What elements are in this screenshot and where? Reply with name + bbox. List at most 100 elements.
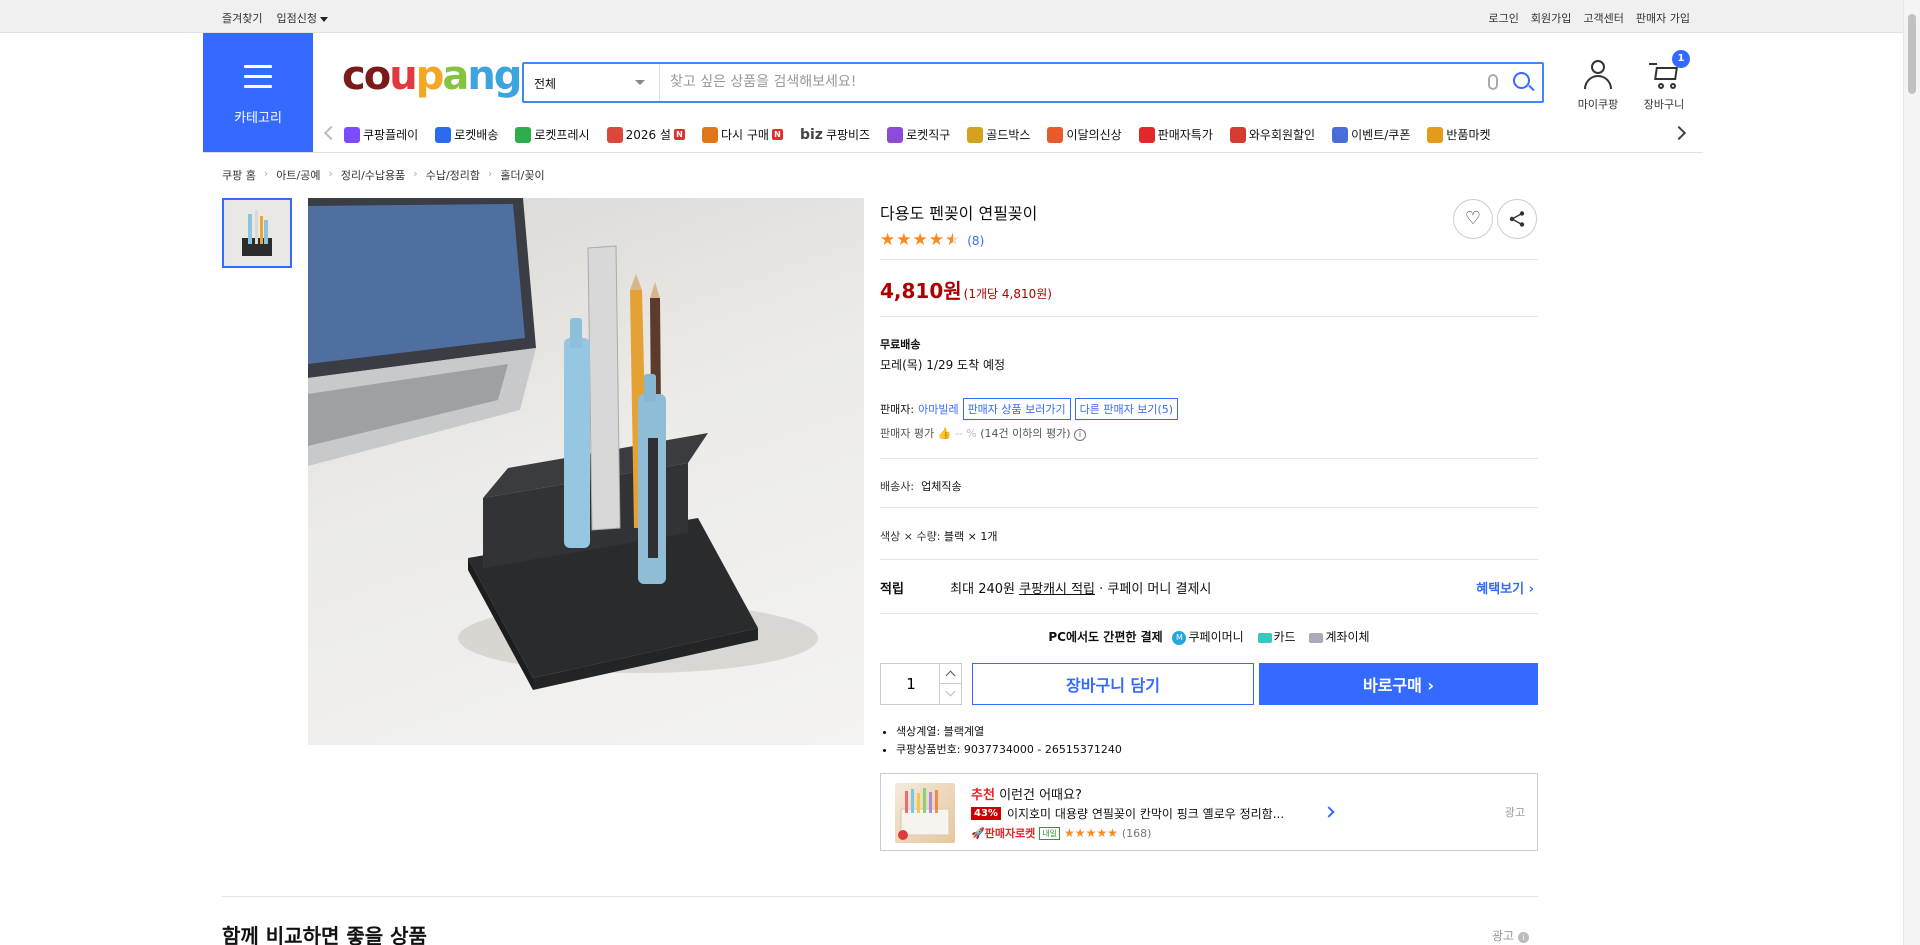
nav-item[interactable]: 반품마켓: [1427, 126, 1491, 143]
nav-item[interactable]: biz 쿠팡비즈: [800, 126, 870, 143]
shipping-info: 무료배송 모레(목) 1/29 도착 예정: [880, 336, 1005, 373]
nav-prev-icon[interactable]: [323, 125, 339, 141]
quantity-decrease-icon[interactable]: [939, 684, 961, 704]
unit-price: (1개당 4,810원): [963, 287, 1052, 301]
earn-label: 적립: [880, 582, 904, 597]
search-scope-value: 전체: [534, 77, 557, 91]
apply-link[interactable]: 입점신청: [276, 10, 328, 26]
divider: [880, 259, 1538, 260]
carrier-info: 배송사: 업체직송: [880, 478, 962, 494]
recommend-item: 43% 이지호미 대용량 연필꽂이 칸막이 핑크 옐로우 정리함...: [971, 805, 1284, 822]
recommend-review-count: (168): [1121, 826, 1152, 840]
seller-rocket-label: 🚀판매자로켓: [971, 827, 1036, 840]
breadcrumb-holder[interactable]: 홀더/꽂이: [500, 167, 544, 183]
benefit-more-link[interactable]: 혜택보기 ›: [1476, 578, 1534, 597]
quick-nav-list: 쿠팡플레이 로켓배송 로켓프레시 2026 설 N 다시 구매 N biz 쿠팡비즈 로켓직구 골드…: [344, 126, 1654, 143]
nav-item[interactable]: 다시 구매 N: [701, 126, 783, 143]
recommend-thumbnail: [895, 783, 955, 843]
hamburger-icon: [244, 65, 272, 95]
category-menu-button[interactable]: 카테고리: [203, 33, 313, 152]
star-icon: ★: [912, 230, 928, 250]
mic-icon[interactable]: [1488, 74, 1498, 90]
quantity-input[interactable]: [881, 664, 941, 704]
add-to-cart-button[interactable]: 장바구니 담기: [972, 663, 1254, 705]
nav-next-icon[interactable]: [1671, 125, 1687, 141]
buy-now-button[interactable]: 바로구매 ›: [1259, 663, 1538, 705]
nav-item-icon: [1427, 126, 1444, 143]
nav-item-label: 로켓배송: [454, 128, 499, 142]
nav-item[interactable]: 2026 설N: [606, 126, 685, 143]
nav-item-label: 다시 구매: [720, 128, 769, 142]
nav-item-label: 로켓직구: [906, 128, 951, 142]
info-icon[interactable]: i: [1074, 429, 1086, 441]
option-value: 블랙 × 1개: [943, 530, 998, 543]
recommend-item-name: 이지호미 대용량 연필꽂이 칸막이 핑크 옐로우 정리함...: [1006, 807, 1285, 821]
thumbs-up-icon: 👍: [937, 427, 952, 440]
sale-price: 4,810원: [880, 279, 962, 303]
price-block: 4,810원 (1개당 4,810원): [880, 275, 1052, 304]
cart-button[interactable]: 장바구니: [1636, 60, 1692, 112]
quantity-stepper: [880, 663, 962, 705]
coupang-logo[interactable]: coupang: [342, 56, 522, 96]
nav-item[interactable]: 로켓프레시: [515, 126, 590, 143]
signup-link[interactable]: 회원가입: [1531, 10, 1571, 26]
product-thumbnail[interactable]: [222, 198, 292, 268]
product-main-image[interactable]: [308, 198, 864, 745]
quantity-increase-icon[interactable]: [939, 664, 961, 684]
nav-item-label: 와우회원할인: [1248, 128, 1316, 142]
seller-products-button[interactable]: 판매자 상품 보러가기: [962, 398, 1071, 420]
nav-item-label: 이달의신상: [1066, 128, 1122, 142]
recommend-stars: ★★★★★: [1064, 826, 1118, 840]
nav-item[interactable]: 와우회원할인: [1229, 126, 1316, 143]
login-link[interactable]: 로그인: [1489, 10, 1519, 26]
discount-badge: 43%: [971, 807, 1001, 820]
rating-stars[interactable]: ★ ★ ★ ★ ★ (8): [880, 232, 984, 249]
breadcrumb-storage[interactable]: 정리/수납용품: [341, 167, 405, 183]
nav-item[interactable]: 골드박스: [967, 126, 1030, 143]
mycoupang-button[interactable]: 마이쿠팡: [1568, 60, 1628, 112]
seller-signup-link[interactable]: 판매자 가입: [1636, 10, 1690, 26]
nav-item-label: 골드박스: [986, 128, 1031, 142]
heart-icon[interactable]: ♡: [1453, 199, 1493, 239]
quick-nav: 쿠팡플레이 로켓배송 로켓프레시 2026 설 N 다시 구매 N biz 쿠팡비즈 로켓직구 골드…: [316, 122, 1692, 150]
recommend-card[interactable]: 추천 이런건 어때요? 43% 이지호미 대용량 연필꽂이 칸막이 핑크 옐로우…: [880, 773, 1538, 851]
nav-item[interactable]: 이달의신상: [1047, 126, 1122, 143]
compare-ad-label[interactable]: 광고 i: [1492, 927, 1529, 944]
recommend-meta: 🚀판매자로켓 내일 ★★★★★ (168): [971, 825, 1151, 841]
chevron-down-icon: [635, 80, 645, 85]
divider: [880, 507, 1538, 508]
search-input[interactable]: [670, 68, 1470, 96]
nav-item[interactable]: 로켓직구: [887, 126, 950, 143]
search-scope-select[interactable]: 전체: [524, 64, 660, 101]
page-scrollbar[interactable]: [1903, 0, 1920, 945]
easy-pay-info: PC에서도 간편한 결제 M 쿠페이머니 카드 계좌이체: [880, 628, 1538, 645]
seller-rating-value: -- %: [954, 427, 977, 440]
product-attributes: 색상계열: 블랙계열 쿠팡상품번호: 9037734000 - 26515371…: [896, 723, 1122, 759]
share-icon[interactable]: [1497, 199, 1537, 239]
nav-item[interactable]: 판매자특가: [1138, 126, 1213, 143]
mycoupang-label: 마이쿠팡: [1577, 98, 1619, 111]
breadcrumb-art[interactable]: 아트/공예: [276, 167, 320, 183]
other-sellers-button[interactable]: 다른 판매자 보기(5): [1074, 398, 1179, 420]
pay-title: PC에서도 간편한 결제: [1048, 630, 1163, 644]
breadcrumb-home[interactable]: 쿠팡 홈: [222, 167, 256, 183]
seller-info: 판매자: 아마빌레 판매자 상품 보러가기 다른 판매자 보기(5): [880, 398, 1179, 420]
favorites-link[interactable]: 즐겨찾기: [222, 10, 262, 26]
nav-item-icon: [887, 126, 904, 143]
option-label: 색상 × 수량:: [880, 530, 941, 543]
top-utility-bar: 즐겨찾기 입점신청 로그인 회원가입 고객센터 판매자 가입: [0, 0, 1920, 33]
search-icon[interactable]: [1513, 72, 1530, 89]
chevron-right-icon[interactable]: [1323, 806, 1335, 818]
attribute-item: 쿠팡상품번호: 9037734000 - 26515371240: [896, 741, 1122, 759]
support-link[interactable]: 고객센터: [1583, 10, 1623, 26]
seller-name-link[interactable]: 아마빌레: [918, 401, 958, 417]
review-count[interactable]: (8): [967, 234, 984, 248]
nav-item[interactable]: 로켓배송: [435, 126, 498, 143]
nav-item[interactable]: 쿠팡플레이: [344, 126, 418, 143]
scrollbar-thumb[interactable]: [1908, 14, 1916, 94]
nav-item[interactable]: 이벤트/쿠폰: [1332, 126, 1410, 143]
nav-item-icon: [435, 126, 452, 143]
star-icon: ★: [928, 230, 944, 250]
earn-cash-link[interactable]: 쿠팡캐시 적립: [1019, 582, 1095, 597]
breadcrumb-organizer[interactable]: 수납/정리함: [426, 167, 480, 183]
